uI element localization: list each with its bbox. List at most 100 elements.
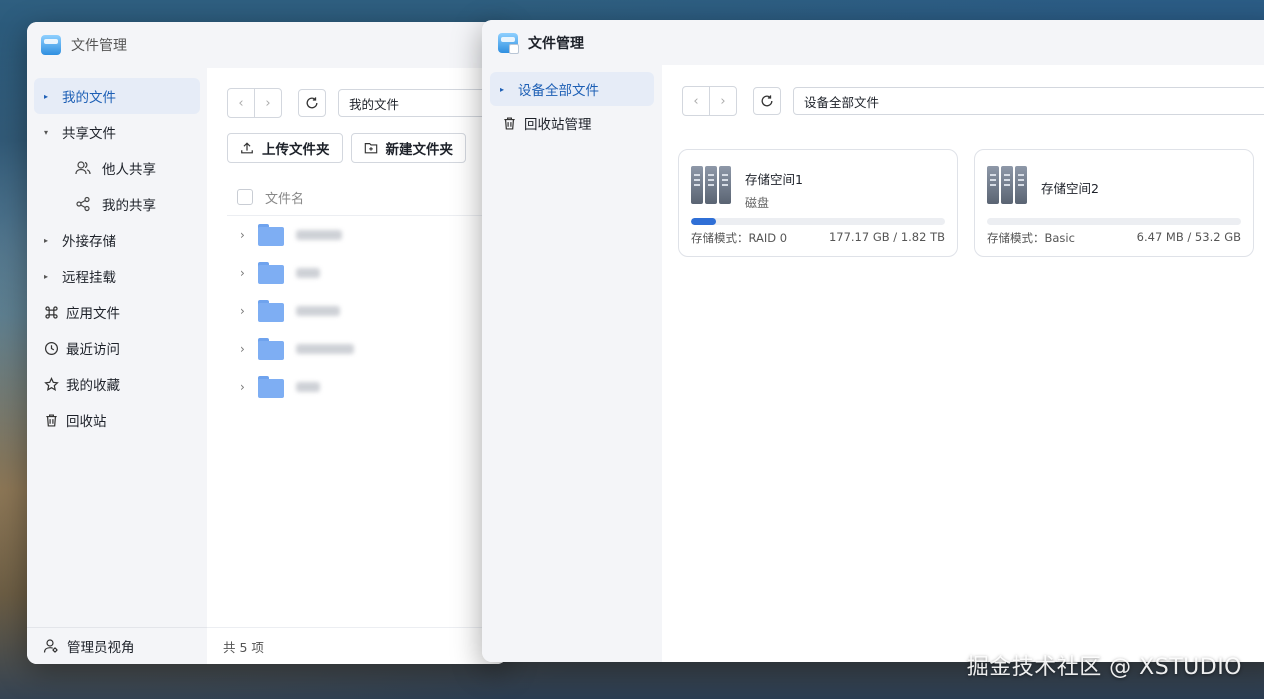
- status-bar: 共 5 项: [207, 627, 507, 664]
- folder-icon: [258, 376, 284, 398]
- sidebar-item-label: 他人共享: [102, 162, 156, 178]
- table-row[interactable]: ›: [207, 292, 507, 330]
- file-list: › › › › ›: [207, 216, 507, 406]
- sidebar-item-label: 我的文件: [62, 90, 116, 106]
- storage-usage: 6.47 MB / 53.2 GB: [1136, 230, 1241, 244]
- sidebar-item-favorites[interactable]: 我的收藏: [34, 366, 200, 402]
- folder-icon: [258, 224, 284, 246]
- back-button[interactable]: ‹: [683, 87, 709, 115]
- blurred-filename: [296, 344, 354, 354]
- blurred-filename: [296, 382, 320, 392]
- back-button[interactable]: ‹: [228, 89, 254, 117]
- file-manager-app-icon: [498, 32, 519, 54]
- share-icon: [72, 196, 94, 212]
- folder-icon: [258, 262, 284, 284]
- sidebar-item-label: 外接存储: [62, 234, 116, 250]
- toolbar: ‹ › 设备全部文件: [662, 85, 1264, 117]
- sidebar-item-label: 我的收藏: [66, 378, 120, 394]
- chevron-right-icon[interactable]: ›: [240, 228, 258, 242]
- history-nav: ‹ ›: [682, 86, 737, 116]
- sidebar-item-external-storage[interactable]: ▸ 外接存储: [34, 222, 200, 258]
- file-manager-window-back[interactable]: 文件管理 ▸ 我的文件 ▾ 共享文件 他人共享 我的共享 ▸ 外接存储 ▸ 远程…: [27, 22, 507, 664]
- admin-view-toggle[interactable]: 管理员视角: [27, 627, 207, 664]
- sidebar-item-my-files[interactable]: ▸ 我的文件: [34, 78, 200, 114]
- trash-icon: [40, 413, 62, 428]
- usage-bar: [691, 218, 945, 225]
- sidebar-item-app-files[interactable]: 应用文件: [34, 294, 200, 330]
- caret-right-icon: ▸: [44, 91, 49, 101]
- sidebar-item-all-device-files[interactable]: ▸ 设备全部文件: [490, 72, 654, 106]
- usage-bar: [987, 218, 1241, 225]
- chevron-right-icon[interactable]: ›: [240, 380, 258, 394]
- sidebar-item-remote-mount[interactable]: ▸ 远程挂载: [34, 258, 200, 294]
- storage-type: 磁盘: [745, 196, 770, 210]
- sidebar-item-shared-files[interactable]: ▾ 共享文件: [34, 114, 200, 150]
- sidebar-item-my-shares[interactable]: 我的共享: [34, 186, 200, 222]
- caret-right-icon: ▸: [500, 84, 505, 94]
- sidebar-item-label: 共享文件: [62, 126, 116, 142]
- upload-icon: [240, 141, 254, 155]
- table-row[interactable]: ›: [207, 330, 507, 368]
- folder-icon: [258, 338, 284, 360]
- chevron-right-icon[interactable]: ›: [240, 266, 258, 280]
- chevron-right-icon[interactable]: ›: [240, 304, 258, 318]
- main-panel: ‹ › 我的文件 上传文件夹 新建文件夹 文件名 › › › › › 共 5 项: [207, 68, 507, 664]
- chevron-right-icon[interactable]: ›: [240, 342, 258, 356]
- forward-button[interactable]: ›: [709, 87, 736, 115]
- storage-card[interactable]: 存储空间2 存储模式：Basic 6.47 MB / 53.2 GB: [974, 149, 1254, 257]
- sidebar-item-recycle-management[interactable]: 回收站管理: [490, 106, 654, 140]
- new-folder-button[interactable]: 新建文件夹: [350, 133, 466, 163]
- column-filename: 文件名: [265, 191, 305, 207]
- titlebar[interactable]: 文件管理: [482, 20, 1264, 65]
- refresh-icon: [761, 95, 773, 107]
- sidebar-item-recent[interactable]: 最近访问: [34, 330, 200, 366]
- sidebar: ▸ 设备全部文件 回收站管理: [482, 65, 662, 662]
- usage-bar-fill: [691, 218, 716, 225]
- storage-mode: 存储模式：Basic: [987, 231, 1075, 245]
- sidebar-item-shared-by-others[interactable]: 他人共享: [34, 150, 200, 186]
- storage-name: 存储空间1: [745, 172, 803, 187]
- toolbar: ‹ › 我的文件: [207, 87, 507, 119]
- admin-user-icon: [43, 638, 59, 654]
- storage-mode: 存储模式：RAID 0: [691, 231, 788, 245]
- sidebar-item-recycle-bin[interactable]: 回收站: [34, 402, 200, 438]
- table-row[interactable]: ›: [207, 254, 507, 292]
- refresh-button[interactable]: [298, 89, 326, 117]
- select-all-checkbox[interactable]: [237, 189, 253, 205]
- sidebar-item-label: 我的共享: [102, 198, 156, 214]
- watermark-text: 掘金技术社区 @ XSTUDIO: [966, 655, 1242, 680]
- blurred-filename: [296, 268, 320, 278]
- storage-usage: 177.17 GB / 1.82 TB: [828, 230, 945, 244]
- storage-name: 存储空间2: [1041, 181, 1099, 196]
- table-row[interactable]: ›: [207, 368, 507, 406]
- caret-down-icon: ▾: [44, 127, 49, 137]
- admin-view-label: 管理员视角: [67, 640, 135, 656]
- caret-right-icon: ▸: [44, 271, 49, 281]
- path-input[interactable]: 我的文件: [338, 89, 498, 117]
- refresh-icon: [306, 97, 318, 109]
- blurred-filename: [296, 306, 340, 316]
- clock-icon: [40, 341, 62, 356]
- trash-icon: [498, 116, 520, 131]
- sidebar-item-label: 回收站: [66, 414, 107, 430]
- window-title: 文件管理: [528, 35, 584, 52]
- file-manager-window-front[interactable]: 文件管理 ▸ 设备全部文件 回收站管理 ‹ › 设备全部文件 存储空间1 磁盘 …: [482, 20, 1264, 662]
- sidebar: ▸ 我的文件 ▾ 共享文件 他人共享 我的共享 ▸ 外接存储 ▸ 远程挂载 应用…: [27, 68, 207, 664]
- storage-cards: 存储空间1 磁盘 存储模式：RAID 0 177.17 GB / 1.82 TB…: [662, 149, 1264, 257]
- forward-button[interactable]: ›: [254, 89, 281, 117]
- file-manager-app-icon: [41, 35, 61, 55]
- main-panel: ‹ › 设备全部文件 存储空间1 磁盘 存储模式：RAID 0 177.17 G…: [662, 65, 1264, 662]
- table-row[interactable]: ›: [207, 216, 507, 254]
- titlebar[interactable]: 文件管理: [27, 22, 507, 68]
- upload-folder-button[interactable]: 上传文件夹: [227, 133, 343, 163]
- storage-card[interactable]: 存储空间1 磁盘 存储模式：RAID 0 177.17 GB / 1.82 TB: [678, 149, 958, 257]
- new-folder-icon: [364, 141, 378, 155]
- refresh-button[interactable]: [753, 87, 781, 115]
- path-input[interactable]: 设备全部文件: [793, 87, 1264, 115]
- history-nav: ‹ ›: [227, 88, 282, 118]
- server-icon: [987, 166, 1031, 204]
- caret-right-icon: ▸: [44, 235, 49, 245]
- action-bar: 上传文件夹 新建文件夹: [207, 133, 507, 163]
- command-icon: [40, 305, 62, 320]
- sidebar-item-label: 回收站管理: [524, 117, 592, 133]
